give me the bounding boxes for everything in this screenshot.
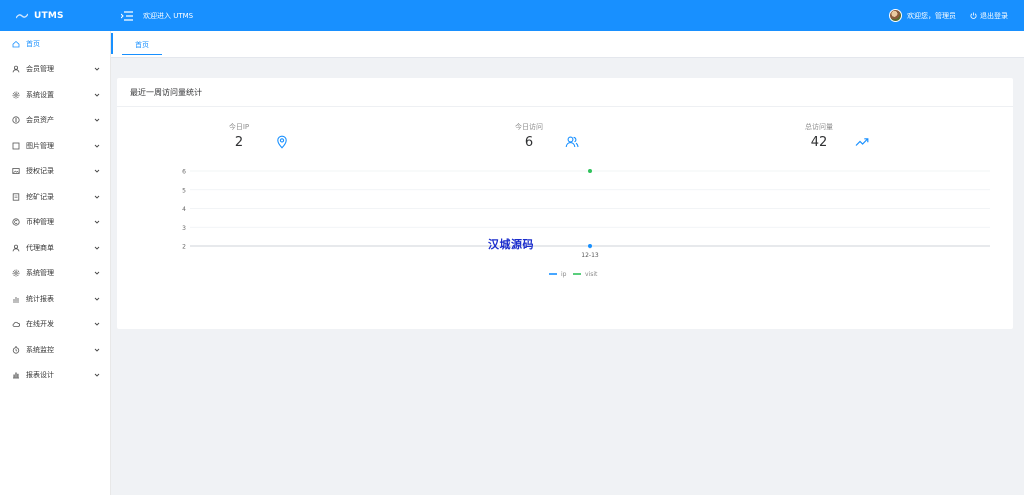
power-icon bbox=[970, 12, 977, 19]
sidebar-item[interactable]: 授权记录 bbox=[0, 159, 110, 185]
location-icon bbox=[277, 135, 287, 149]
stat-today-ip: 今日IP 2 bbox=[199, 122, 279, 150]
user-icon bbox=[12, 244, 20, 252]
sidebar-item-label: 图片管理 bbox=[26, 141, 54, 150]
chevron-down-icon bbox=[94, 195, 100, 199]
sidebar-item[interactable]: 在线开发 bbox=[0, 312, 110, 338]
image-icon bbox=[12, 168, 20, 175]
stat-label: 今日访问 bbox=[515, 123, 543, 131]
visit-stats-card: 最近一周访问量统计 bbox=[117, 78, 1013, 329]
sidebar-item[interactable]: 首页 bbox=[0, 31, 110, 57]
sidebar-item-label: 挖矿记录 bbox=[26, 192, 54, 201]
chevron-down-icon bbox=[94, 144, 100, 148]
sidebar-item[interactable]: 币种管理 bbox=[0, 210, 110, 236]
chevron-down-icon bbox=[94, 118, 100, 122]
sidebar-item-label: 会员管理 bbox=[26, 65, 54, 74]
users-icon bbox=[565, 136, 579, 148]
chevron-down-icon bbox=[94, 322, 100, 326]
sidebar-item-label: 系统监控 bbox=[26, 345, 54, 354]
chevron-down-icon bbox=[94, 169, 100, 173]
sidebar-item[interactable]: 统计报表 bbox=[0, 286, 110, 312]
sidebar-item-label: 首页 bbox=[26, 39, 40, 48]
sidebar-item[interactable]: 会员资产 bbox=[0, 108, 110, 134]
tab-home[interactable]: 首页 bbox=[122, 35, 162, 55]
chevron-down-icon bbox=[94, 220, 100, 224]
sidebar-item-label: 报表设计 bbox=[26, 371, 54, 380]
avatar bbox=[889, 9, 902, 22]
chevron-down-icon bbox=[94, 93, 100, 97]
stat-label: 总访问量 bbox=[805, 123, 833, 131]
logout-button[interactable]: 退出登录 bbox=[970, 11, 1008, 21]
sidebar-item[interactable]: 系统监控 bbox=[0, 337, 110, 363]
chevron-down-icon bbox=[94, 348, 100, 352]
chevron-down-icon bbox=[94, 246, 100, 250]
user-greeting: 欢迎您，管理员 bbox=[907, 11, 956, 20]
logo-icon bbox=[16, 13, 28, 18]
user-icon bbox=[12, 65, 20, 73]
trend-up-icon bbox=[855, 138, 869, 146]
sidebar-item-label: 系统设置 bbox=[26, 90, 54, 99]
stat-total-visits: 总访问量 42 bbox=[779, 122, 859, 150]
card-title: 最近一周访问量统计 bbox=[117, 78, 1013, 107]
timer-icon bbox=[12, 346, 20, 354]
sidebar: 首页会员管理系统设置会员资产图片管理授权记录挖矿记录币种管理代理商单系统管理统计… bbox=[0, 31, 111, 495]
gear-icon bbox=[12, 269, 20, 277]
stat-label: 今日IP bbox=[228, 123, 250, 131]
sidebar-item[interactable]: 会员管理 bbox=[0, 57, 110, 83]
home-icon bbox=[12, 40, 20, 48]
user-menu[interactable]: 欢迎您，管理员 bbox=[889, 9, 956, 22]
sidebar-item-label: 授权记录 bbox=[26, 167, 54, 176]
stat-value: 6 bbox=[524, 135, 534, 150]
sidebar-item[interactable]: 系统设置 bbox=[0, 82, 110, 108]
stat-today-visits: 今日访问 6 bbox=[489, 122, 569, 150]
watermark: 汉城源码 bbox=[488, 238, 534, 251]
copyright-icon bbox=[12, 218, 20, 226]
sidebar-item-label: 在线开发 bbox=[26, 320, 54, 329]
coin-icon bbox=[12, 116, 20, 124]
gear-icon bbox=[12, 91, 20, 99]
sidebar-item-label: 系统管理 bbox=[26, 269, 54, 278]
top-navbar: UTMS 欢迎进入 UTMS 欢迎您，管理员 退出登录 bbox=[0, 0, 1024, 31]
sidebar-item[interactable]: 代理商单 bbox=[0, 235, 110, 261]
sidebar-item[interactable]: 报表设计 bbox=[0, 363, 110, 389]
bar-chart-icon bbox=[13, 296, 19, 303]
welcome-text: 欢迎进入 UTMS bbox=[143, 11, 194, 20]
sidebar-item-label: 统计报表 bbox=[26, 294, 54, 303]
sidebar-item[interactable]: 挖矿记录 bbox=[0, 184, 110, 210]
chevron-down-icon bbox=[94, 297, 100, 301]
sidebar-item[interactable]: 系统管理 bbox=[0, 261, 110, 287]
chevron-down-icon bbox=[94, 373, 100, 377]
app-name: UTMS bbox=[34, 10, 64, 21]
sidebar-item-label: 代理商单 bbox=[26, 243, 54, 252]
stat-value: 42 bbox=[810, 135, 828, 150]
chevron-down-icon bbox=[94, 67, 100, 71]
sidebar-item[interactable]: 图片管理 bbox=[0, 133, 110, 159]
sidebar-item-label: 会员资产 bbox=[26, 116, 54, 125]
menu-fold-icon[interactable] bbox=[120, 10, 134, 22]
stat-value: 2 bbox=[234, 135, 244, 150]
tab-indicator bbox=[111, 33, 113, 54]
chevron-down-icon bbox=[94, 271, 100, 275]
sidebar-item-label: 币种管理 bbox=[26, 218, 54, 227]
cloud-icon bbox=[12, 322, 20, 328]
logout-label: 退出登录 bbox=[980, 11, 1008, 20]
chart-icon bbox=[13, 372, 19, 379]
document-icon bbox=[12, 193, 20, 201]
square-icon bbox=[12, 142, 20, 150]
tab-label: 首页 bbox=[135, 40, 149, 49]
tab-bar: 首页 bbox=[111, 31, 1024, 58]
brand[interactable]: UTMS bbox=[0, 0, 111, 31]
